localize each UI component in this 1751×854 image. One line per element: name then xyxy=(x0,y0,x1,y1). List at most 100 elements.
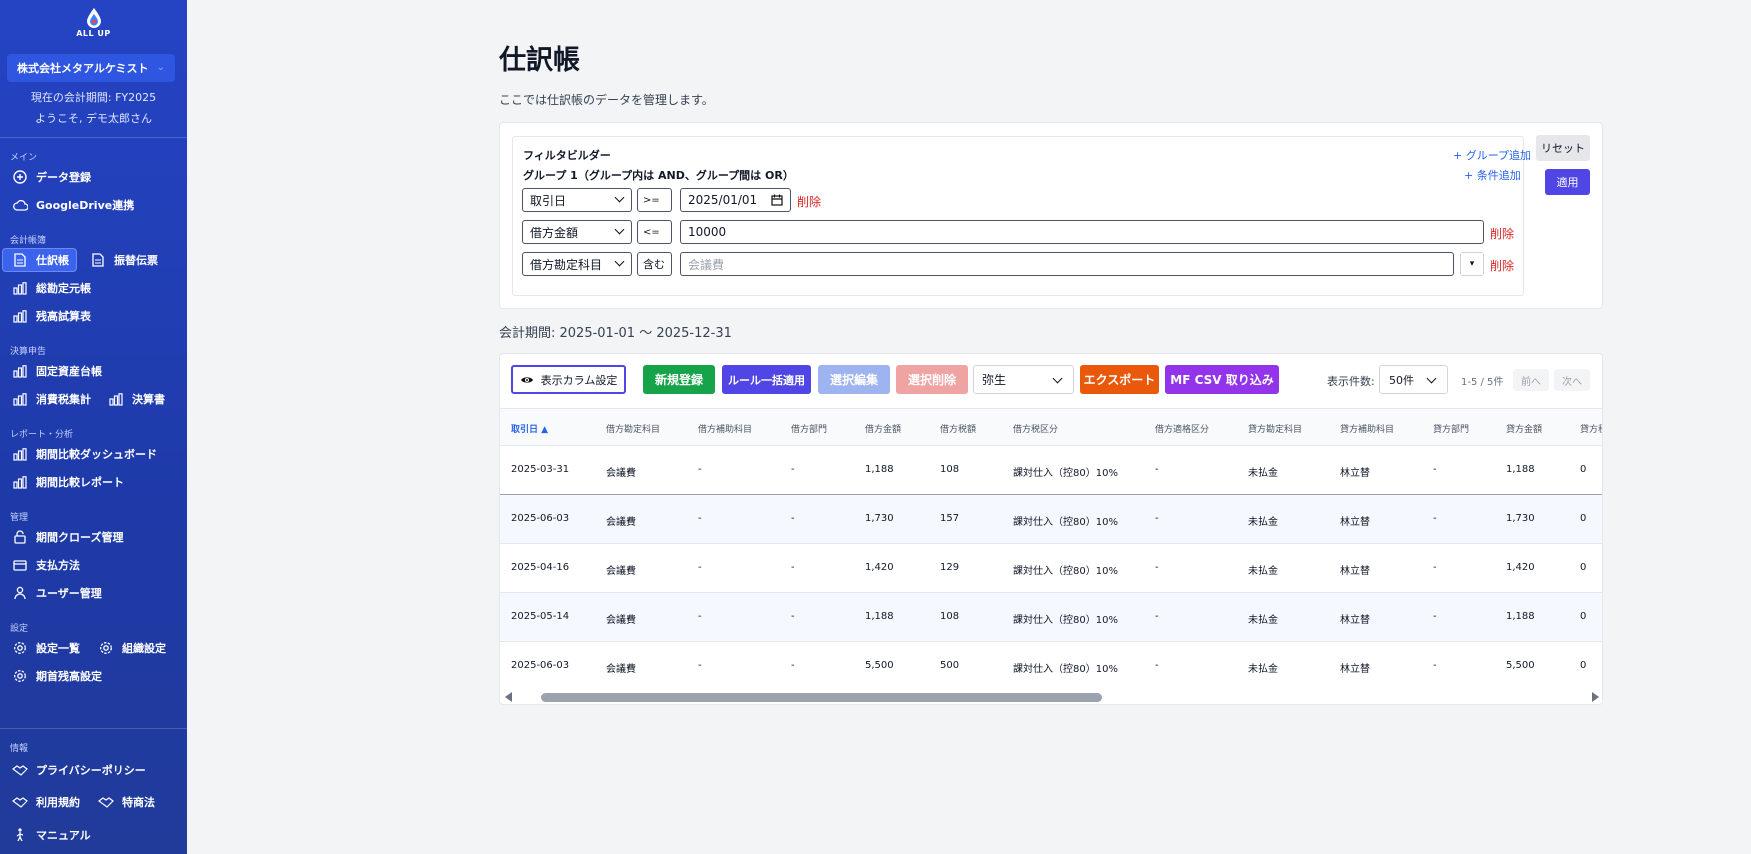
account-picker-button[interactable]: ▾ xyxy=(1460,252,1484,276)
next-page-button[interactable]: 次へ xyxy=(1554,369,1590,391)
chevron-down-icon xyxy=(1052,373,1063,384)
sidebar-item-fixed-assets[interactable]: 固定資産台帳 xyxy=(2,359,108,383)
per-page-label: 表示件数: xyxy=(1327,375,1375,388)
condition-date-input[interactable]: 2025/01/01 xyxy=(680,188,791,212)
export-format-select[interactable]: 弥生 xyxy=(973,365,1074,394)
sidebar-item-period-close[interactable]: 期間クローズ管理 xyxy=(2,525,129,549)
horizontal-scrollbar[interactable] xyxy=(500,689,1602,704)
table-cell: 課対仕入（控80）10% xyxy=(1013,468,1118,479)
table-cell: - xyxy=(1433,513,1437,524)
scrollbar-thumb[interactable] xyxy=(541,693,1102,702)
column-header[interactable]: 借方税額 xyxy=(940,422,976,435)
add-group-link[interactable]: + グループ追加 xyxy=(1453,147,1531,163)
condition-operator-select[interactable]: <= xyxy=(637,220,672,244)
credit-card-icon xyxy=(12,557,28,573)
mf-csv-import-button[interactable]: MF CSV 取り込み xyxy=(1165,365,1279,394)
sidebar-item-tokushoho[interactable]: 特商法 xyxy=(88,790,161,814)
pagination-info: 1-5 / 5件 xyxy=(1461,377,1504,388)
sidebar-item-compare-report[interactable]: 期間比較レポート xyxy=(2,470,130,494)
delete-condition-link[interactable]: 削除 xyxy=(797,193,821,210)
sidebar-item-consumption-tax[interactable]: 消費税集計 xyxy=(2,387,97,411)
condition-operator-select[interactable]: 含む xyxy=(637,252,672,276)
table-row[interactable]: 2025-03-31 会議費 - - 1,188 108 課対仕入（控80）10% - 未払金 林… xyxy=(500,446,1602,495)
column-header[interactable]: 借方補助科目 xyxy=(698,422,752,435)
column-header[interactable]: 借方勘定科目 xyxy=(606,422,660,435)
apply-button[interactable]: 適用 xyxy=(1545,169,1590,195)
table-cell: - xyxy=(698,660,702,671)
table-cell: 1,188 xyxy=(1506,611,1535,622)
table-cell: 0 xyxy=(1580,513,1587,524)
sidebar-item-org-settings[interactable]: 組織設定 xyxy=(88,636,172,660)
table-row[interactable]: 2025-05-14 会議費 - - 1,188 108 課対仕入（控80）10% - 未払金 林… xyxy=(500,593,1602,642)
column-header[interactable]: 貸方金額 xyxy=(1506,422,1542,435)
column-header[interactable]: 借方税区分 xyxy=(1013,422,1058,435)
condition-field-select[interactable]: 借方勘定科目 xyxy=(522,252,632,276)
scroll-right-arrow-icon[interactable] xyxy=(1592,692,1599,702)
sidebar-item-payment-methods[interactable]: 支払方法 xyxy=(2,553,86,577)
column-header-sortable[interactable]: 取引日 ▲ xyxy=(511,422,548,435)
company-select[interactable]: 株式会社メタアルケミスト ⌄ xyxy=(7,54,175,82)
column-header[interactable]: 借方金額 xyxy=(865,422,901,435)
table-row[interactable]: 2025-06-03 会議費 - - 5,500 500 課対仕入（控80）10% - 未払金 林… xyxy=(500,642,1602,691)
bulk-edit-button[interactable]: 選択編集 xyxy=(818,365,890,394)
section-label-main: メイン xyxy=(10,153,38,163)
export-format-value: 弥生 xyxy=(982,373,1007,387)
sidebar-item-gdrive[interactable]: GoogleDrive連携 xyxy=(2,193,140,217)
scroll-left-arrow-icon[interactable] xyxy=(505,692,512,702)
sidebar-item-compare-dashboard[interactable]: 期間比較ダッシュボード xyxy=(2,442,163,466)
condition-field-select[interactable]: 取引日 xyxy=(522,188,632,212)
rule-apply-button[interactable]: ルール一括適用 xyxy=(722,365,811,394)
column-header[interactable]: 借方部門 xyxy=(791,422,827,435)
delete-condition-link[interactable]: 削除 xyxy=(1490,257,1514,274)
add-condition-link[interactable]: + 条件追加 xyxy=(1464,167,1521,183)
sidebar-item-data-entry[interactable]: データ登録 xyxy=(2,165,97,189)
column-header[interactable]: 貸方補助科目 xyxy=(1340,422,1394,435)
table-row[interactable]: 2025-06-03 会議費 - - 1,730 157 課対仕入（控80）10% - 未払金 林… xyxy=(500,495,1602,544)
app-logo[interactable]: ALL UP xyxy=(0,8,187,38)
sidebar-item-financial-statements[interactable]: 決算書 xyxy=(98,387,171,411)
sidebar-item-settings-list[interactable]: 設定一覧 xyxy=(2,636,86,660)
column-header[interactable]: 貸方部門 xyxy=(1433,422,1469,435)
table-cell: 0 xyxy=(1580,660,1587,671)
export-button[interactable]: エクスポート xyxy=(1080,365,1159,394)
condition-operator-value: <= xyxy=(643,226,660,238)
table-cell: - xyxy=(1433,562,1437,573)
condition-field-select[interactable]: 借方金額 xyxy=(522,220,632,244)
table-header: 取引日 ▲ 借方勘定科目 借方補助科目 借方部門 借方金額 借方税額 借方税区分 借方適格区分… xyxy=(500,408,1602,446)
bulk-delete-button[interactable]: 選択削除 xyxy=(896,365,968,394)
table-cell: 2025-04-16 xyxy=(511,562,570,573)
table-cell: 2025-06-03 xyxy=(511,660,570,671)
new-entry-button[interactable]: 新規登録 xyxy=(643,365,715,394)
column-header[interactable]: 貸方勘定科目 xyxy=(1248,422,1302,435)
per-page-select[interactable]: 50件 xyxy=(1379,365,1448,394)
sidebar-item-journal[interactable]: 仕訳帳 xyxy=(2,248,77,272)
filter-card: フィルタビルダー グループ 1（グループ内は AND、グループ間は OR） + … xyxy=(499,122,1603,309)
user-icon xyxy=(12,585,28,601)
sidebar-item-general-ledger[interactable]: 総勘定元帳 xyxy=(2,276,97,300)
condition-value-input[interactable]: 10000 xyxy=(680,220,1484,244)
table-row[interactable]: 2025-04-16 会議費 - - 1,420 129 課対仕入（控80）10% - 未払金 林… xyxy=(500,544,1602,593)
prev-page-button[interactable]: 前へ xyxy=(1513,369,1549,391)
calendar-icon[interactable] xyxy=(771,194,783,209)
reset-button[interactable]: リセット xyxy=(1536,135,1590,161)
column-settings-button[interactable]: 表示カラム設定 xyxy=(511,365,626,394)
sidebar-item-label: 期間比較レポート xyxy=(36,476,124,489)
column-header[interactable]: 借方適格区分 xyxy=(1155,422,1209,435)
sidebar-item-label: 特商法 xyxy=(122,796,155,809)
sidebar-item-transfer-slip[interactable]: 振替伝票 xyxy=(80,248,164,272)
sidebar-item-opening-balance[interactable]: 期首残高設定 xyxy=(2,664,108,688)
condition-operator-select[interactable]: >= xyxy=(637,188,672,212)
sidebar-item-trial-balance[interactable]: 残高試算表 xyxy=(2,304,97,328)
sidebar-item-label: データ登録 xyxy=(36,171,91,184)
sidebar-item-terms[interactable]: 利用規約 xyxy=(2,790,86,814)
sidebar-item-manual[interactable]: マニュアル xyxy=(2,823,97,847)
sidebar-item-privacy[interactable]: プライバシーポリシー xyxy=(2,758,152,782)
sidebar-item-label: 期首残高設定 xyxy=(36,670,102,683)
sidebar: ALL UP 株式会社メタアルケミスト ⌄ 現在の会計期間: FY2025 よう… xyxy=(0,0,187,854)
sidebar-item-user-admin[interactable]: ユーザー管理 xyxy=(2,581,108,605)
delete-condition-link[interactable]: 削除 xyxy=(1490,225,1514,242)
table-cell: - xyxy=(1433,464,1437,475)
table-cell: - xyxy=(1433,611,1437,622)
column-header[interactable]: 貸方税額 xyxy=(1580,422,1602,435)
condition-value-input[interactable]: 会議費 xyxy=(680,252,1454,276)
